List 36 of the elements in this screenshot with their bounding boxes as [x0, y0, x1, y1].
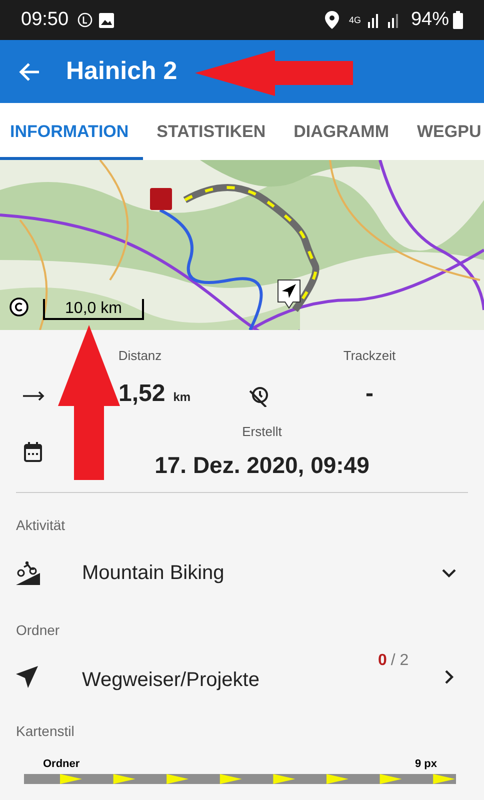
clock-text: 09:50 — [21, 8, 69, 32]
section-label: Kartenstil — [16, 722, 76, 741]
folder-row[interactable]: Wegweiser/Projekte 0 / 2 — [16, 649, 468, 705]
chevron-right-icon — [445, 670, 454, 684]
line-width-text: 9 px — [414, 757, 437, 772]
battery-percent-text: 94% — [410, 8, 449, 32]
created-label: Erstellt — [242, 423, 282, 441]
tab[interactable]: DIAGRAMM — [280, 103, 403, 160]
back-arrow-icon[interactable] — [18, 62, 40, 82]
calendar-icon — [24, 442, 42, 462]
activity-dropdown[interactable]: Mountain Biking — [16, 548, 468, 598]
line-name-text: Ordner — [43, 757, 80, 772]
stopwatch-icon — [248, 385, 270, 407]
l-circle-icon — [76, 12, 93, 28]
stat-value: 1,52 — [118, 378, 166, 408]
section-label: Aktivität — [16, 516, 66, 535]
tab[interactable]: WEGPU — [403, 103, 482, 160]
screen-title: Hainich 2 — [66, 56, 178, 87]
stat-value: - — [366, 378, 374, 408]
image-icon — [98, 12, 114, 28]
map-scale-bar: 10,0 km — [43, 299, 144, 320]
network-type-text: 4G — [348, 16, 361, 24]
stat-label: Distanz — [118, 347, 162, 365]
battery-icon — [453, 11, 463, 29]
navigation-arrow-icon — [16, 666, 38, 688]
tab[interactable]: STATISTIKEN — [142, 103, 280, 160]
line-style-preview[interactable] — [24, 774, 456, 784]
location-pin-icon — [324, 11, 339, 29]
chevron-down-icon — [442, 568, 456, 578]
mountain-biker-icon — [16, 561, 40, 585]
created-date: 17. Dez. 2020, 09:49 — [154, 450, 370, 480]
folder-count: 0 / 2 — [378, 651, 409, 671]
stat-unit: km — [173, 388, 191, 406]
stat-label: Trackzeit — [343, 347, 396, 365]
section-label: Ordner — [16, 621, 61, 640]
arrow-right-icon — [23, 391, 45, 401]
